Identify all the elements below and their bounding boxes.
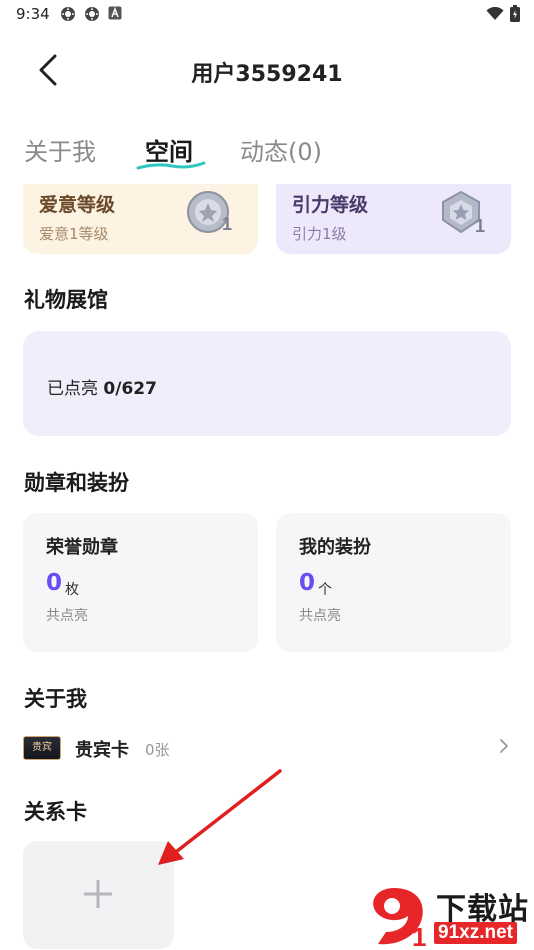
gift-lit-value: 0/627 [103,379,157,399]
tab-bar: 关于我 空间 动态(0) [0,128,534,174]
plus-icon [84,880,112,908]
vip-card-row[interactable]: 贵宾 贵宾卡 0张 [23,730,511,764]
red-arrow-annotation [158,769,282,865]
gift-lit-count: 已点亮 0/627 [47,374,157,399]
silver-shield-badge-icon: 1 [442,190,485,236]
my-outfit-count: 0 [299,570,316,596]
battery-icon [510,5,520,22]
love-level-badge-number: 1 [222,214,232,234]
medal-section-title: 勋章和装扮 [24,471,129,495]
gift-exhibition-card[interactable]: 已点亮 0/627 [23,331,511,436]
tab-about-me[interactable]: 关于我 [24,132,96,167]
status-time: 9:34 [16,5,50,23]
gravity-level-badge-number: 1 [475,216,485,236]
honor-medal-card[interactable]: 荣誉勋章 0 枚 共点亮 [23,513,258,652]
tab-active-underline [136,161,206,170]
settings-gear-icon [61,7,75,21]
settings-gear-icon [85,7,99,21]
vip-card-icon: 贵宾 [23,736,61,760]
about-section-title: 关于我 [24,687,87,711]
site-watermark: 1 下载站 91xz.net [364,884,534,950]
silver-heart-badge-icon: 1 [187,191,232,234]
a-box-icon [108,6,122,20]
honor-medal-sub: 共点亮 [46,608,88,624]
watermark-logo-icon: 1 [373,888,426,948]
gift-lit-prefix: 已点亮 [47,379,104,399]
love-level-card[interactable]: 爱意等级 爱意1等级 1 [23,184,258,254]
nav-bar: 用户3559241 [0,40,534,100]
honor-medal-title: 荣誉勋章 [46,537,118,558]
vip-card-count: 0张 [145,741,170,759]
svg-text:1: 1 [412,922,426,948]
gravity-level-card[interactable]: 引力等级 引力1级 1 [276,184,511,254]
wifi-icon [486,6,504,20]
status-icons-left [60,6,122,22]
my-outfit-sub: 共点亮 [299,608,341,624]
tab-activity[interactable]: 动态(0) [240,132,322,167]
page-title: 用户3559241 [191,62,343,87]
my-outfit-title: 我的装扮 [299,537,371,558]
watermark-url: 91xz.net [434,922,517,944]
gift-section-title: 礼物展馆 [24,288,108,312]
honor-medal-unit: 枚 [65,582,79,598]
relation-section-title: 关系卡 [24,800,87,824]
status-icons-right [486,5,520,22]
vip-card-label: 贵宾卡 [75,740,129,761]
my-outfit-unit: 个 [318,582,332,598]
status-bar: 9:34 [0,0,534,30]
chevron-right-icon [500,739,508,753]
my-outfit-card[interactable]: 我的装扮 0 个 共点亮 [276,513,511,652]
honor-medal-count: 0 [46,570,63,596]
